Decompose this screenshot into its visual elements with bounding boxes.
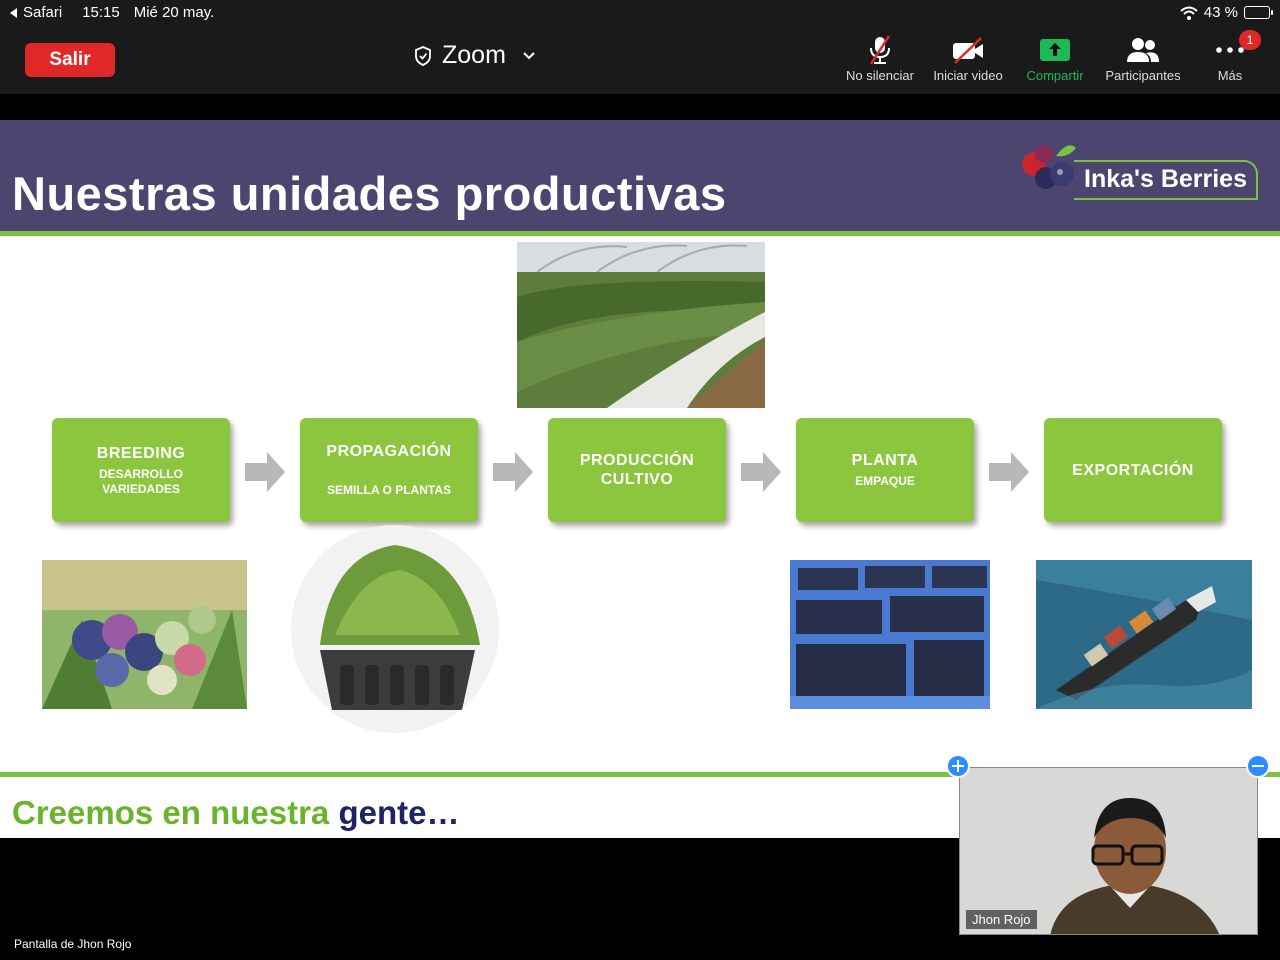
participant-name: Jhon Rojo [966,910,1037,929]
status-left: Safari 15:15 Mié 20 may. [10,4,214,21]
back-arrow-icon[interactable] [10,7,17,18]
header-divider [0,231,1280,236]
tagline-blue: gente… [338,794,460,831]
step-subtitle: EMPAQUE [855,474,915,488]
packing-crates-photo [790,560,990,709]
minus-icon [1252,765,1264,767]
share-label: Compartir [1026,68,1084,83]
step-title: PROPAGACIÓN [326,443,452,460]
greenhouse-photo [517,242,765,408]
expand-video-button[interactable] [946,754,970,778]
start-video-label: Iniciar video [933,68,1003,83]
start-video-button[interactable]: Iniciar video [923,34,1013,83]
company-logo: Inka's Berries [1016,134,1266,204]
shield-icon [415,45,431,66]
cargo-ship-photo [1036,560,1252,709]
screen-share-label: Pantalla de Jhon Rojo [14,937,132,951]
slide-title: Nuestras unidades productivas [12,167,727,220]
step-title: EXPORTACIÓN [1072,461,1194,479]
video-off-icon [953,37,983,64]
participant-video[interactable]: Jhon Rojo [959,767,1258,935]
status-right: 43 % [1180,4,1273,21]
notification-badge: 1 [1239,30,1261,50]
chevron-down-icon [523,51,535,59]
participants-button[interactable]: Participantes [1098,34,1188,83]
arrow-right-icon [493,452,533,492]
meeting-title-button[interactable]: Zoom [414,41,536,70]
share-screen-icon [1040,39,1070,61]
step-title: PLANTA [851,452,919,469]
arrow-right-icon [741,452,781,492]
tagline: Creemos en nuestra gente… [12,794,459,832]
more-label: Más [1217,68,1243,83]
share-button[interactable]: Compartir [1010,34,1100,83]
step-subtitle: SEMILLA O PLANTAS [327,483,451,497]
meeting-title: Zoom [442,41,506,69]
status-date: Mié 20 may. [133,4,215,21]
step-produccion: PRODUCCIÓN CULTIVO [548,418,726,522]
plus-icon [952,760,964,772]
unmute-label: No silenciar [846,68,914,83]
back-app-label[interactable]: Safari [23,4,62,21]
participants-label: Participantes [1105,68,1181,83]
step-title: PRODUCCIÓN CULTIVO [579,452,695,488]
status-time: 15:15 [82,4,120,21]
step-title: BREEDING [96,444,186,462]
arrow-right-icon [989,452,1029,492]
muted-mic-icon [869,35,891,65]
plant-tray-photo [290,525,500,733]
more-button[interactable]: Más 1 [1185,30,1275,83]
wifi-icon [1180,6,1198,20]
meeting-toolbar: Salir Zoom No silenciar Iniciar video Co… [0,26,1280,94]
leave-button[interactable]: Salir [25,43,115,77]
step-subtitle: DESARROLLO VARIEDADES [99,466,183,496]
step-planta: PLANTA EMPAQUE [796,418,974,522]
step-propagacion: PROPAGACIÓN SEMILLA O PLANTAS [300,418,478,522]
unmute-button[interactable]: No silenciar [835,34,925,83]
arrow-right-icon [245,452,285,492]
step-breeding: BREEDING DESARROLLO VARIEDADES [52,418,230,522]
step-exportacion: EXPORTACIÓN [1044,418,1222,522]
battery-icon [1244,6,1273,19]
minimize-video-button[interactable] [1246,754,1270,778]
shared-slide: Nuestras unidades productivas Inka's Ber… [0,120,1280,838]
tagline-green: Creemos en nuestra [12,794,330,831]
battery-percent: 43 % [1203,4,1238,21]
logo-text: Inka's Berries [1084,165,1247,193]
blueberries-photo [42,560,247,709]
status-bar: Safari 15:15 Mié 20 may. 43 % [0,0,1280,26]
participants-icon [1127,38,1159,62]
